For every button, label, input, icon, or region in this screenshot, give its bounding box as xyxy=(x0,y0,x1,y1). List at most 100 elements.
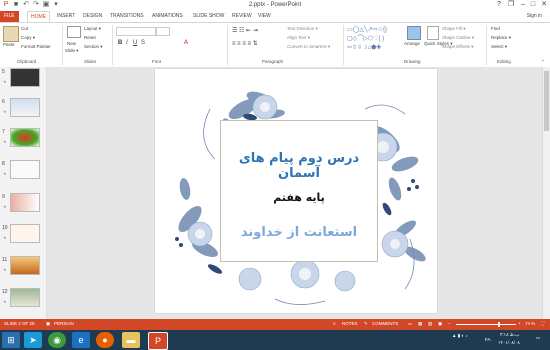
comments-icon[interactable]: ✎ xyxy=(364,321,368,327)
start-button-icon[interactable]: ⊞ xyxy=(2,332,20,348)
find-button[interactable]: Find xyxy=(491,26,500,31)
text-direction-button[interactable]: Text Direction ▾ xyxy=(287,26,318,32)
bold-icon[interactable]: B xyxy=(118,40,122,46)
tray-icons[interactable]: ▲ ▮ ◐ ♪ xyxy=(452,333,468,339)
paste-button[interactable]: Paste xyxy=(3,42,15,47)
shape-fill-button[interactable]: Shape Fill ▾ xyxy=(442,26,466,32)
tab-transitions[interactable]: TRANSITIONS xyxy=(110,13,144,19)
slideshow-view-icon[interactable]: ▣ xyxy=(438,321,442,327)
browser-icon[interactable]: ◉ xyxy=(48,332,66,348)
format-painter-button[interactable]: Format Painter xyxy=(21,44,51,49)
thumbnail-number: 7 xyxy=(2,129,5,135)
thumbnail-number: 5 xyxy=(2,69,5,75)
keyboard-language[interactable]: FA xyxy=(485,337,491,342)
slide-thumbnail[interactable] xyxy=(10,68,40,87)
paste-icon[interactable] xyxy=(3,26,19,42)
replace-button[interactable]: Replace ▾ xyxy=(491,35,511,41)
bullets-icon[interactable]: ☰ ☷ ⇤ ⇥ xyxy=(232,27,258,34)
tab-animations[interactable]: ANIMATIONS xyxy=(152,13,183,19)
shape-effects-button[interactable]: Shape Effects ▾ xyxy=(442,44,473,50)
tab-review[interactable]: REVIEW xyxy=(232,13,252,19)
reading-view-icon[interactable]: ▥ xyxy=(428,321,432,327)
slide-thumbnail-pane: 5 ★ 6 ★ 7 ★ 8 ★ 9 ★ 10 ★ 11 ★ 12 ★ xyxy=(0,67,47,319)
slide-thumbnail[interactable] xyxy=(10,256,40,275)
font-color-icon[interactable]: A xyxy=(184,40,188,46)
tab-view[interactable]: VIEW xyxy=(258,13,271,19)
italic-icon[interactable]: I xyxy=(126,40,128,46)
underline-icon[interactable]: U xyxy=(133,40,137,46)
powerpoint-taskbar-icon[interactable]: P xyxy=(148,332,168,350)
zoom-level[interactable]: 74 % xyxy=(525,321,535,326)
slide-thumbnail[interactable] xyxy=(10,224,40,243)
thumbnail-number: 8 xyxy=(2,161,5,167)
quick-styles-icon[interactable] xyxy=(427,26,439,40)
zoom-slider[interactable] xyxy=(456,324,516,325)
shadow-icon[interactable]: S xyxy=(141,40,145,46)
arrange-button[interactable]: Arrange xyxy=(404,41,420,46)
separator xyxy=(112,25,113,65)
notes-icon[interactable]: ≡ xyxy=(333,321,336,326)
slide-thumbnail[interactable] xyxy=(10,193,40,212)
tab-file[interactable]: FILE xyxy=(0,11,19,22)
align-text-button[interactable]: Align Text ▾ xyxy=(287,35,310,41)
new-slide-icon[interactable] xyxy=(67,26,81,38)
zoom-out-icon[interactable]: − xyxy=(448,321,451,326)
animation-star-icon: ★ xyxy=(3,139,7,144)
section-button[interactable]: Section ▾ xyxy=(84,44,103,50)
comments-button[interactable]: COMMENTS xyxy=(372,321,398,326)
drawing-group-label: Drawing xyxy=(404,59,421,64)
clock-time[interactable]: ۳:۱۸ ب.ظ xyxy=(500,332,519,338)
convert-smartart-button[interactable]: Convert to SmartArt ▾ xyxy=(287,44,330,50)
thumbnail-number: 9 xyxy=(2,194,5,200)
scrollbar-thumb[interactable] xyxy=(544,71,549,131)
collapse-ribbon-icon[interactable]: ⌃ xyxy=(541,59,545,65)
spell-check-icon[interactable]: ▣ xyxy=(46,321,50,327)
font-size-select[interactable] xyxy=(156,27,170,36)
editing-group-label: Editing xyxy=(497,59,511,64)
tab-insert[interactable]: INSERT xyxy=(57,13,75,19)
copy-button[interactable]: Copy ▾ xyxy=(21,35,35,41)
telegram-icon[interactable]: ➤ xyxy=(24,332,42,348)
zoom-slider-handle[interactable] xyxy=(498,322,500,327)
vertical-scrollbar[interactable] xyxy=(542,67,550,319)
tab-slide-show[interactable]: SLIDE SHOW xyxy=(193,13,224,19)
slide-thumbnail[interactable] xyxy=(10,160,40,179)
slide-thumbnail[interactable] xyxy=(10,288,40,307)
tab-design[interactable]: DESIGN xyxy=(83,13,102,19)
notes-button[interactable]: NOTES xyxy=(342,321,358,326)
slide-thumbnail[interactable] xyxy=(10,98,40,117)
reset-button[interactable]: Reset xyxy=(84,35,96,40)
clock-date[interactable]: ۱۴۰۱/۰۸/۰۸ xyxy=(498,340,520,346)
firefox-icon[interactable]: ● xyxy=(96,332,114,348)
select-button[interactable]: Select ▾ xyxy=(491,44,507,50)
ribbon-tabs: FILE HOME INSERT DESIGN TRANSITIONS ANIM… xyxy=(0,11,550,22)
slide-sorter-icon[interactable]: ▦ xyxy=(418,321,422,327)
shape-outline-button[interactable]: Shape Outline ▾ xyxy=(442,35,474,41)
file-explorer-icon[interactable]: ▬ xyxy=(122,332,140,348)
new-slide-button[interactable]: New xyxy=(67,41,76,46)
close-button[interactable]: ✕ xyxy=(537,0,550,10)
new-slide-dropdown[interactable]: Slide ▾ xyxy=(65,48,79,54)
fit-to-window-icon[interactable]: ⛶ xyxy=(541,321,544,326)
font-family-select[interactable] xyxy=(116,27,156,36)
title-text-box[interactable]: درس دوم پیام های آسمان پایه هفتم استعانت… xyxy=(220,120,378,262)
zoom-in-icon[interactable]: + xyxy=(518,321,521,326)
tab-home[interactable]: HOME xyxy=(27,11,50,22)
paragraph-group-label: Paragraph xyxy=(262,59,284,64)
align-icon[interactable]: ≡ ≡ ≡ ≡ ⇅ xyxy=(232,40,258,47)
internet-explorer-icon[interactable]: e xyxy=(72,332,90,348)
current-slide[interactable]: درس دوم پیام های آسمان پایه هفتم استعانت… xyxy=(155,69,437,313)
slide-title: درس دوم پیام های آسمان xyxy=(238,151,360,181)
slide-subtitle-grade: پایه هفتم xyxy=(273,191,325,204)
normal-view-icon[interactable]: ▭ xyxy=(408,321,412,327)
language-indicator[interactable]: PERSIAN xyxy=(54,321,74,326)
arrange-icon[interactable] xyxy=(407,26,421,40)
layout-button[interactable]: Layout ▾ xyxy=(84,26,101,32)
clipboard-group-label: Clipboard xyxy=(17,59,37,64)
slide-thumbnail[interactable] xyxy=(10,128,40,147)
sign-in-link[interactable]: Sign in xyxy=(527,13,542,19)
cut-button[interactable]: Cut xyxy=(21,26,28,31)
notification-icon[interactable]: ▭ xyxy=(536,335,540,341)
animation-star-icon: ★ xyxy=(3,109,7,114)
shapes-gallery[interactable]: ▭◯△╲↗⇨☆{} ▢◇⌒▷⬡♡( ) ⇦⇧⇩☽⌂⬟✚ xyxy=(347,26,399,54)
